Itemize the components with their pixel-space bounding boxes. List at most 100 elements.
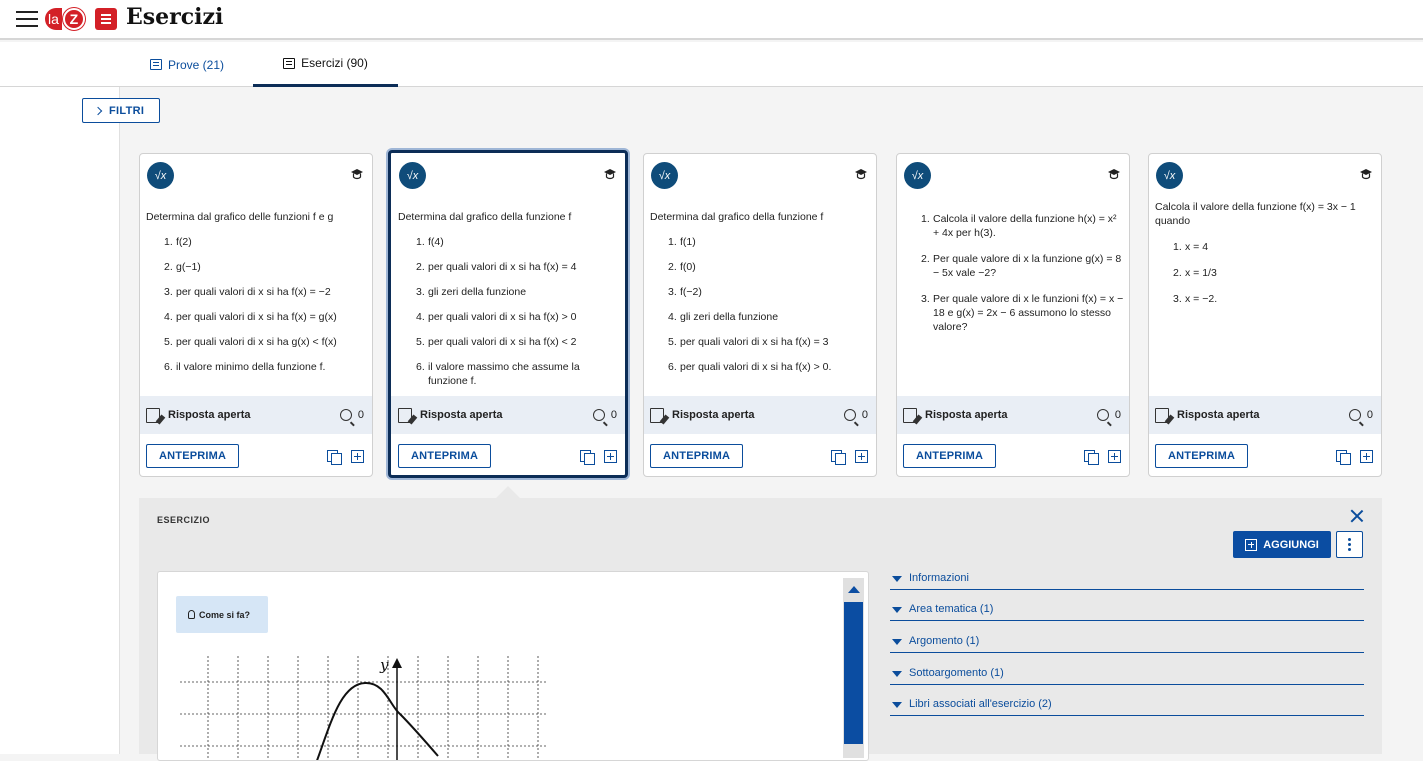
- accordion-libri-associati[interactable]: Libri associati all'esercizio (2): [890, 692, 1364, 716]
- preview-button[interactable]: ANTEPRIMA: [903, 444, 997, 468]
- accordion-area-tematica[interactable]: Area tematica (1): [890, 597, 1364, 621]
- card-meta: Risposta aperta 0: [897, 396, 1129, 434]
- exercise-card-selected[interactable]: √x Determina dal grafico della funzione …: [388, 150, 628, 478]
- exercise-card[interactable]: √x Calcola il valore della funzione f(x)…: [1148, 153, 1382, 477]
- accordion-argomento[interactable]: Argomento (1): [890, 629, 1364, 653]
- question-intro: Calcola il valore della funzione f(x) = …: [1155, 201, 1356, 227]
- graduation-hat-icon: [1360, 169, 1372, 180]
- caret-down-icon: [892, 701, 902, 708]
- question-item: 2. x = 1/3: [1173, 267, 1217, 279]
- question-item: 2. per quali valori di x si ha f(x) = 4: [416, 261, 577, 273]
- question-intro: Determina dal grafico delle funzioni f e…: [146, 211, 334, 223]
- caret-down-icon: [892, 606, 902, 613]
- accordion-informazioni[interactable]: Informazioni: [890, 566, 1364, 590]
- edit-document-icon: [1155, 407, 1169, 423]
- edit-document-icon: [398, 407, 412, 423]
- exercise-card[interactable]: √x 1. Calcola il valore della funzione h(…: [896, 153, 1130, 477]
- add-icon[interactable]: [351, 449, 364, 463]
- question-item: 2. Per quale valore di x la funzione g(x)…: [921, 253, 1122, 279]
- scrollbar[interactable]: [843, 578, 864, 758]
- top-bar: la Z Esercizi: [0, 0, 1423, 40]
- views-count: 0: [592, 409, 617, 421]
- question-item: 5. per quali valori di x si ha f(x) = 3: [668, 336, 829, 348]
- card-meta: Risposta aperta 0: [644, 396, 876, 434]
- add-label: AGGIUNGI: [1263, 538, 1319, 551]
- left-panel: [0, 87, 120, 754]
- preview-button[interactable]: ANTEPRIMA: [146, 444, 240, 468]
- search-icon: [592, 409, 605, 421]
- preview-button[interactable]: ANTEPRIMA: [398, 444, 492, 468]
- answer-type: Risposta aperta: [925, 409, 1008, 421]
- question-item: 3. gli zeri della funzione: [416, 286, 527, 298]
- y-axis-label: y: [379, 656, 389, 674]
- views-count: 0: [339, 409, 364, 421]
- answer-type: Risposta aperta: [672, 409, 755, 421]
- logo-z: Z: [62, 8, 85, 30]
- scroll-thumb[interactable]: [844, 602, 863, 744]
- more-options-icon[interactable]: [1336, 531, 1363, 558]
- math-badge-icon: √x: [399, 162, 426, 189]
- views-count: 0: [1096, 409, 1121, 421]
- question-item: 4. per quali valori di x si ha f(x) > 0: [416, 311, 577, 323]
- logo-la: la: [45, 8, 62, 30]
- copy-icon[interactable]: [1084, 449, 1099, 465]
- caret-down-icon: [892, 575, 902, 582]
- close-icon[interactable]: [1350, 509, 1364, 523]
- add-button[interactable]: AGGIUNGI: [1233, 531, 1331, 558]
- add-icon[interactable]: [1108, 449, 1121, 463]
- question-intro: Determina dal grafico della funzione f: [650, 211, 824, 223]
- hint-button[interactable]: Come si fa?: [176, 596, 268, 633]
- tabs-bar: Prove (21) Esercizi (90): [0, 42, 1423, 87]
- copy-icon[interactable]: [327, 449, 342, 465]
- question-item: 1. f(4): [416, 236, 444, 248]
- question-item: 4. gli zeri della funzione: [668, 311, 779, 323]
- copy-icon[interactable]: [580, 449, 595, 465]
- question-item: 3. x = −2.: [1173, 293, 1218, 305]
- add-icon[interactable]: [604, 449, 617, 463]
- exercise-card[interactable]: √x Determina dal grafico della funzione …: [643, 153, 877, 477]
- answer-type: Risposta aperta: [1177, 409, 1260, 421]
- document-icon: [94, 8, 117, 30]
- scroll-up-icon[interactable]: [848, 586, 860, 593]
- search-icon: [1096, 409, 1109, 421]
- accordion-sottoargomento[interactable]: Sottoargomento (1): [890, 661, 1364, 685]
- caret-down-icon: [892, 670, 902, 677]
- copy-icon[interactable]: [1336, 449, 1351, 465]
- math-badge-icon: √x: [1156, 162, 1183, 189]
- function-graph: y: [180, 656, 548, 760]
- add-icon[interactable]: [855, 449, 868, 463]
- question-item: 1. x = 4: [1173, 241, 1209, 253]
- question-item: 1. f(2): [164, 236, 192, 248]
- menu-icon[interactable]: [16, 11, 38, 27]
- exercise-detail-panel: ESERCIZIO AGGIUNGI Come si fa? y Informa…: [139, 498, 1382, 761]
- tab-prove[interactable]: Prove (21): [138, 42, 236, 87]
- selection-pointer: [496, 486, 520, 498]
- question-intro: Determina dal grafico della funzione f: [398, 211, 572, 223]
- question-item: 3. f(−2): [668, 286, 702, 298]
- question-item: 3. Per quale valore di x le funzioni f(x)…: [921, 293, 1124, 333]
- tab-esercizi[interactable]: Esercizi (90): [253, 42, 398, 87]
- question-item: 6. il valore minimo della funzione f.: [164, 361, 326, 373]
- question-item: 2. f(0): [668, 261, 696, 273]
- question-item: 3. per quali valori di x si ha f(x) = −2: [164, 286, 331, 298]
- copy-icon[interactable]: [831, 449, 846, 465]
- card-meta: Risposta aperta 0: [391, 396, 625, 434]
- answer-type: Risposta aperta: [168, 409, 251, 421]
- filters-button[interactable]: FILTRI: [82, 98, 160, 123]
- question-item: 1. Calcola il valore della funzione h(x) …: [921, 213, 1117, 239]
- preview-button[interactable]: ANTEPRIMA: [650, 444, 744, 468]
- views-count: 0: [1348, 409, 1373, 421]
- hint-label: Come si fa?: [199, 609, 251, 620]
- question-item: 5. per quali valori di x si ha g(x) < f(x…: [164, 336, 337, 348]
- caret-down-icon: [892, 638, 902, 645]
- search-icon: [843, 409, 856, 421]
- logo: la Z: [45, 7, 117, 31]
- section-label: ESERCIZIO: [157, 515, 211, 525]
- tab-label: Esercizi (90): [301, 56, 368, 70]
- add-icon[interactable]: [1360, 449, 1373, 463]
- math-badge-icon: √x: [904, 162, 931, 189]
- question-item: 6. il valore massimo che assume la funzio…: [416, 361, 580, 387]
- preview-button[interactable]: ANTEPRIMA: [1155, 444, 1249, 468]
- exercise-card[interactable]: √x Determina dal grafico delle funzioni …: [139, 153, 373, 477]
- chevron-right-icon: [93, 106, 103, 115]
